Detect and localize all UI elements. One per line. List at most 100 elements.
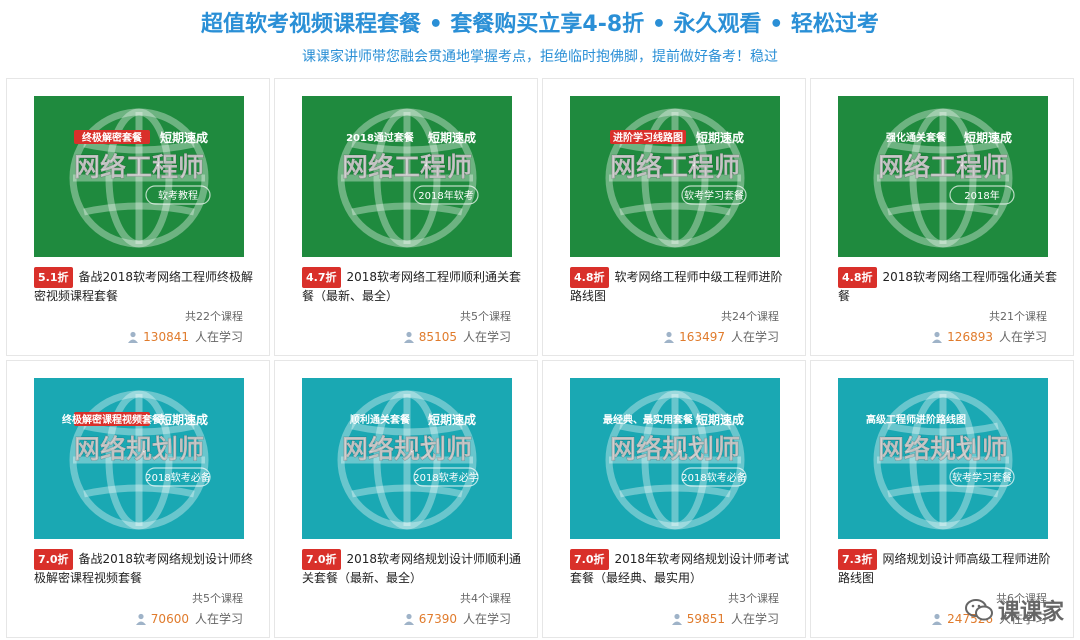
course-title[interactable]: 7.0折 2018软考网络规划设计师顺利通关套餐（最新、最全） xyxy=(302,549,522,587)
svg-text:软考教程: 软考教程 xyxy=(158,189,198,202)
learners-label: 人在学习 xyxy=(730,612,779,626)
learners-count: 67390 xyxy=(418,611,457,626)
learners-label: 人在学习 xyxy=(194,330,243,344)
course-title[interactable]: 7.0折 2018年软考网络规划设计师考试套餐（最经典、最实用） xyxy=(570,549,790,587)
person-icon xyxy=(403,331,414,343)
svg-text:进阶学习线路图: 进阶学习线路图 xyxy=(613,131,683,144)
course-title[interactable]: 4.7折 2018软考网络工程师顺利通关套餐（最新、最全） xyxy=(302,267,522,305)
course-card[interactable]: 强化通关套餐 短期速成 网络工程师 2018年 4.8折 2018软考网络工程师强… xyxy=(810,78,1074,356)
svg-text:网络规划师: 网络规划师 xyxy=(610,434,740,465)
course-thumbnail[interactable]: 高级工程师进阶路线图 网络规划师 软考学习套餐 xyxy=(838,378,1048,539)
course-thumbnail-art: 高级工程师进阶路线图 网络规划师 软考学习套餐 xyxy=(838,378,1048,539)
course-thumbnail-art: 最经典、最实用套餐 短期速成 网络规划师 2018软考必备 xyxy=(570,378,780,539)
page-subtitle: 课课家讲师带您融会贯通地掌握考点，拒绝临时抱佛脚，提前做好备考！稳过 xyxy=(302,49,778,65)
learners-count: 70600 xyxy=(150,611,189,626)
course-card[interactable]: 终极解密课程视频套餐 短期速成 网络规划师 2018软考必备 7.0折 备战201… xyxy=(6,360,270,638)
course-thumbnail[interactable]: 2018通过套餐 短期速成 网络工程师 2018年软考 xyxy=(302,96,512,257)
learners-info: 130841 人在学习 xyxy=(127,328,243,345)
course-thumbnail-art: 顺利通关套餐 短期速成 网络规划师 2018软考必学 xyxy=(302,378,512,539)
course-grid: 终极解密套餐 短期速成 网络工程师 软考教程 5.1折 备战2018软考网络工程师… xyxy=(6,78,1074,638)
course-thumbnail[interactable]: 终极解密课程视频套餐 短期速成 网络规划师 2018软考必备 xyxy=(34,378,244,539)
course-thumbnail-art: 进阶学习线路图 短期速成 网络工程师 软考学习套餐 xyxy=(570,96,780,257)
svg-text:网络工程师: 网络工程师 xyxy=(610,152,740,183)
svg-text:高级工程师进阶路线图: 高级工程师进阶路线图 xyxy=(866,413,966,426)
course-thumbnail-art: 终极解密课程视频套餐 短期速成 网络规划师 2018软考必备 xyxy=(34,378,244,539)
course-card[interactable]: 2018通过套餐 短期速成 网络工程师 2018年软考 4.7折 2018软考网络… xyxy=(274,78,538,356)
course-thumbnail-art: 2018通过套餐 短期速成 网络工程师 2018年软考 xyxy=(302,96,512,257)
svg-text:短期速成: 短期速成 xyxy=(428,412,476,427)
discount-badge: 7.0折 xyxy=(34,549,73,570)
svg-text:网络规划师: 网络规划师 xyxy=(342,434,472,465)
person-icon xyxy=(664,331,675,343)
course-card[interactable]: 最经典、最实用套餐 短期速成 网络规划师 2018软考必备 7.0折 2018年软… xyxy=(542,360,806,638)
course-card[interactable]: 顺利通关套餐 短期速成 网络规划师 2018软考必学 7.0折 2018软考网络规… xyxy=(274,360,538,638)
person-icon xyxy=(128,331,139,343)
learners-info: 163497 人在学习 xyxy=(663,328,779,345)
svg-text:终极解密课程视频套餐: 终极解密课程视频套餐 xyxy=(62,413,163,426)
person-icon xyxy=(135,613,146,625)
course-thumbnail-art: 强化通关套餐 短期速成 网络工程师 2018年 xyxy=(838,96,1048,257)
svg-text:2018年软考: 2018年软考 xyxy=(418,189,473,202)
learners-count: 126893 xyxy=(947,329,993,344)
svg-text:网络规划师: 网络规划师 xyxy=(74,434,204,465)
page-title: 超值软考视频课程套餐 • 套餐购买立享4-8折 • 永久观看 • 轻松过考 xyxy=(201,12,879,37)
svg-text:2018软考必备: 2018软考必备 xyxy=(145,471,210,484)
svg-text:短期速成: 短期速成 xyxy=(964,130,1012,145)
course-count: 共5个课程 xyxy=(460,310,511,323)
course-count: 共22个课程 xyxy=(185,310,243,323)
course-title[interactable]: 4.8折 2018软考网络工程师强化通关套餐 xyxy=(838,267,1058,305)
learners-count: 130841 xyxy=(143,329,189,344)
person-icon xyxy=(403,613,414,625)
course-count: 共21个课程 xyxy=(989,310,1047,323)
course-thumbnail[interactable]: 最经典、最实用套餐 短期速成 网络规划师 2018软考必备 xyxy=(570,378,780,539)
course-card[interactable]: 进阶学习线路图 短期速成 网络工程师 软考学习套餐 4.8折 软考网络工程师中级工… xyxy=(542,78,806,356)
person-icon xyxy=(671,613,682,625)
svg-text:短期速成: 短期速成 xyxy=(160,412,208,427)
svg-text:网络工程师: 网络工程师 xyxy=(74,152,204,183)
course-count: 共3个课程 xyxy=(728,592,779,605)
svg-text:最经典、最实用套餐: 最经典、最实用套餐 xyxy=(603,413,694,426)
svg-text:终极解密套餐: 终极解密套餐 xyxy=(82,131,143,144)
svg-text:短期速成: 短期速成 xyxy=(428,130,476,145)
course-count: 共24个课程 xyxy=(721,310,779,323)
course-thumbnail[interactable]: 强化通关套餐 短期速成 网络工程师 2018年 xyxy=(838,96,1048,257)
course-thumbnail[interactable]: 终极解密套餐 短期速成 网络工程师 软考教程 xyxy=(34,96,244,257)
learners-info: 70600 人在学习 xyxy=(135,610,243,627)
learners-info: 59851 人在学习 xyxy=(671,610,779,627)
course-title[interactable]: 7.3折 网络规划设计师高级工程师进阶路线图 xyxy=(838,549,1058,587)
discount-badge: 4.8折 xyxy=(838,267,877,288)
learners-count: 163497 xyxy=(679,329,725,344)
discount-badge: 5.1折 xyxy=(34,267,73,288)
discount-badge: 4.7折 xyxy=(302,267,341,288)
learners-label: 人在学习 xyxy=(194,612,243,626)
learners-label: 人在学习 xyxy=(998,330,1047,344)
course-count: 共4个课程 xyxy=(460,592,511,605)
svg-text:网络工程师: 网络工程师 xyxy=(342,152,472,183)
course-card[interactable]: 终极解密套餐 短期速成 网络工程师 软考教程 5.1折 备战2018软考网络工程师… xyxy=(6,78,270,356)
svg-text:软考学习套餐: 软考学习套餐 xyxy=(952,471,1012,484)
learners-label: 人在学习 xyxy=(462,330,511,344)
learners-info: 85105 人在学习 xyxy=(403,328,511,345)
wechat-icon xyxy=(964,599,993,621)
svg-text:网络工程师: 网络工程师 xyxy=(878,152,1008,183)
course-thumbnail[interactable]: 进阶学习线路图 短期速成 网络工程师 软考学习套餐 xyxy=(570,96,780,257)
svg-text:短期速成: 短期速成 xyxy=(696,412,744,427)
brand-watermark: 课课家 xyxy=(964,594,1064,626)
course-title[interactable]: 7.0折 备战2018软考网络规划设计师终极解密课程视频套餐 xyxy=(34,549,254,587)
course-title[interactable]: 4.8折 软考网络工程师中级工程师进阶路线图 xyxy=(570,267,790,305)
svg-text:2018软考必备: 2018软考必备 xyxy=(681,471,746,484)
discount-badge: 4.8折 xyxy=(570,267,609,288)
svg-text:网络规划师: 网络规划师 xyxy=(878,434,1008,465)
learners-info: 67390 人在学习 xyxy=(403,610,511,627)
course-title[interactable]: 5.1折 备战2018软考网络工程师终极解密视频课程套餐 xyxy=(34,267,254,305)
discount-badge: 7.0折 xyxy=(570,549,609,570)
learners-label: 人在学习 xyxy=(730,330,779,344)
watermark-text: 课课家 xyxy=(997,600,1064,625)
learners-info: 126893 人在学习 xyxy=(931,328,1047,345)
learners-count: 59851 xyxy=(686,611,725,626)
person-icon xyxy=(932,331,943,343)
svg-text:2018通过套餐: 2018通过套餐 xyxy=(346,131,415,144)
discount-badge: 7.0折 xyxy=(302,549,341,570)
course-thumbnail[interactable]: 顺利通关套餐 短期速成 网络规划师 2018软考必学 xyxy=(302,378,512,539)
person-icon xyxy=(932,613,943,625)
